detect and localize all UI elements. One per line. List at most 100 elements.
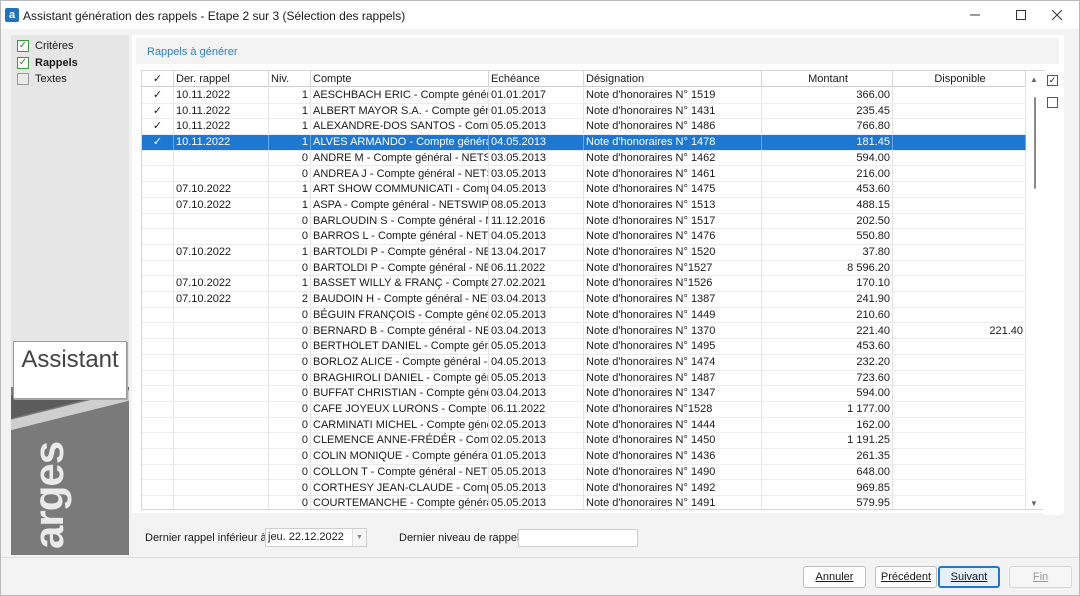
row-check-cell[interactable] bbox=[142, 166, 174, 182]
select-none-checkbox[interactable] bbox=[1047, 97, 1058, 108]
designation-cell: Note d'honoraires N° 1520 bbox=[584, 245, 762, 260]
table-row[interactable]: 0BARLOUDIN S - Compte général - NETSWIPE… bbox=[142, 213, 1026, 230]
table-row[interactable]: 0CORTHESY JEAN-CLAUDE - Compte général05… bbox=[142, 480, 1026, 497]
table-row[interactable]: 0BORLOZ ALICE - Compte général - NETSWIP… bbox=[142, 354, 1026, 371]
row-check-cell[interactable] bbox=[142, 386, 174, 402]
col-header-available[interactable]: Disponible bbox=[893, 71, 1026, 87]
scroll-down-icon[interactable]: ▼ bbox=[1030, 499, 1038, 508]
table-row[interactable]: 0BÉGUIN FRANÇOIS - Compte général - NETS… bbox=[142, 307, 1026, 324]
due-date-cell: 06.11.2022 bbox=[489, 260, 584, 276]
table-row[interactable]: 0BUFFAT CHRISTIAN - Compte général - NET… bbox=[142, 386, 1026, 402]
minimize-button[interactable] bbox=[952, 1, 998, 29]
table-row[interactable]: 0COURTEMANCHE - Compte général - NETSWIP… bbox=[142, 496, 1026, 509]
table-row[interactable]: 07.10.2022 1 ASPA - Compte général - NETSW… bbox=[142, 197, 1026, 214]
row-check-cell[interactable] bbox=[142, 417, 174, 433]
available-cell bbox=[893, 417, 1026, 433]
row-check-cell[interactable] bbox=[142, 370, 174, 386]
col-header-account[interactable]: Compte bbox=[311, 71, 489, 87]
close-icon bbox=[1052, 10, 1062, 20]
table-row[interactable]: 0CAFE JOYEUX LURONS - Compte général06.1… bbox=[142, 402, 1026, 418]
row-check-cell[interactable] bbox=[142, 197, 174, 213]
select-all-checkbox[interactable]: ✓ bbox=[1047, 75, 1058, 86]
designation-cell: Note d'honoraires N°1526 bbox=[584, 276, 762, 292]
row-check-cell[interactable]: ✓ bbox=[142, 88, 174, 103]
row-check-cell[interactable] bbox=[142, 323, 174, 339]
row-check-cell[interactable] bbox=[142, 402, 174, 417]
table-row[interactable]: 0COLIN MONIQUE - Compte général - NETSWI… bbox=[142, 449, 1026, 465]
step-criteres[interactable]: ✓ Critères bbox=[17, 38, 74, 54]
row-check-cell[interactable] bbox=[142, 433, 174, 449]
amount-cell: 162.00 bbox=[762, 417, 893, 433]
vertical-scrollbar[interactable]: ▲ ▼ bbox=[1026, 71, 1044, 509]
table-row[interactable]: 0BERTHOLET DANIEL - Compte général - NET… bbox=[142, 339, 1026, 355]
date-filter-picker[interactable]: jeu. 22.12.2022 ▼ bbox=[265, 528, 367, 547]
row-check-cell[interactable] bbox=[142, 449, 174, 465]
table-row[interactable]: 0BERNARD B - Compte général - NETSWIPE03… bbox=[142, 323, 1026, 340]
step-rappels[interactable]: ✓ Rappels bbox=[17, 55, 78, 71]
row-check-cell[interactable] bbox=[142, 182, 174, 198]
col-header-amount[interactable]: Montant bbox=[762, 71, 893, 87]
last-reminder-cell bbox=[174, 260, 269, 276]
designation-cell: Note d'honoraires N°1527 bbox=[584, 260, 762, 276]
row-check-cell[interactable] bbox=[142, 339, 174, 355]
table-row[interactable]: 07.10.20221ART SHOW COMMUNICATI - Compte… bbox=[142, 182, 1026, 198]
row-check-cell[interactable] bbox=[142, 229, 174, 245]
available-cell bbox=[893, 354, 1026, 370]
row-check-cell[interactable] bbox=[142, 276, 174, 292]
col-header-due-date[interactable]: Echéance bbox=[489, 71, 584, 87]
due-date-cell: 03.04.2013 bbox=[489, 386, 584, 402]
chevron-down-icon[interactable]: ▼ bbox=[352, 529, 366, 546]
available-cell bbox=[893, 135, 1026, 151]
table-row[interactable]: 0BARTOLDI P - Compte général - NETSWIPE0… bbox=[142, 260, 1026, 277]
row-check-cell[interactable] bbox=[142, 464, 174, 480]
row-check-cell[interactable]: ✓ bbox=[142, 135, 174, 151]
table-row[interactable]: 0CARMINATI MICHEL - Compte général - NET… bbox=[142, 417, 1026, 434]
row-check-cell[interactable] bbox=[142, 260, 174, 276]
level-cell: 0 bbox=[269, 307, 311, 323]
row-check-cell[interactable] bbox=[142, 245, 174, 260]
table-row[interactable]: 0CLEMENCE ANNE-FRÉDÉR - Compte général02… bbox=[142, 433, 1026, 450]
row-check-cell[interactable]: ✓ bbox=[142, 103, 174, 119]
scroll-thumb[interactable] bbox=[1034, 97, 1036, 189]
table-row[interactable]: 0COLLON T - Compte général - NETSWIPE05.… bbox=[142, 464, 1026, 481]
level-cell: 0 bbox=[269, 480, 311, 496]
table-row[interactable]: 07.10.2022 1 BASSET WILLY & FRANÇ - Compte… bbox=[142, 276, 1026, 293]
table-row[interactable]: 0ANDRE M - Compte général - NETSWIPE03.0… bbox=[142, 150, 1026, 167]
table-row[interactable]: ✓ 10.11.2022 1 ALBERT MAYOR S.A. - Compte g… bbox=[142, 103, 1026, 120]
scroll-up-icon[interactable]: ▲ bbox=[1030, 75, 1038, 84]
table-row[interactable]: 0BARROS L - Compte général - NETSWIPE04.… bbox=[142, 229, 1026, 245]
previous-button[interactable]: Précédent bbox=[875, 566, 937, 588]
row-check-cell[interactable] bbox=[142, 307, 174, 323]
designation-cell: Note d'honoraires N° 1487 bbox=[584, 370, 762, 386]
close-button[interactable] bbox=[1034, 1, 1080, 29]
row-check-cell[interactable] bbox=[142, 213, 174, 229]
col-header-last-reminder[interactable]: Der. rappel bbox=[174, 71, 269, 87]
table-row[interactable]: ✓ 10.11.2022 1 ALVES ARMANDO - Compte génér… bbox=[142, 135, 1026, 151]
row-check-cell[interactable]: ✓ bbox=[142, 119, 174, 135]
next-button[interactable]: Suivant bbox=[938, 566, 1000, 588]
step-textes[interactable]: Textes bbox=[17, 71, 67, 87]
col-header-level[interactable]: Niv. bbox=[269, 71, 311, 87]
row-check-cell[interactable] bbox=[142, 480, 174, 496]
row-check-cell[interactable] bbox=[142, 292, 174, 308]
account-cell: BORLOZ ALICE - Compte général - NETSWIPE bbox=[313, 354, 489, 370]
last-reminder-cell bbox=[174, 402, 269, 417]
col-header-designation[interactable]: Désignation bbox=[584, 71, 762, 87]
table-row[interactable]: 07.10.2022 2 BAUDOIN H - Compte général - … bbox=[142, 292, 1026, 308]
table-row[interactable]: ✓ 10.11.2022 1 AESCHBACH ERIC - Compte géné… bbox=[142, 88, 1026, 104]
date-filter-label: Dernier rappel inférieur à bbox=[145, 532, 267, 544]
reminders-grid[interactable]: ✓ Der. rappel Niv. Compte Echéance Désig… bbox=[141, 70, 1045, 510]
row-check-cell[interactable] bbox=[142, 496, 174, 509]
row-check-cell[interactable] bbox=[142, 150, 174, 166]
table-row[interactable]: 07.10.2022 1 BARTOLDI P - Compte général -… bbox=[142, 245, 1026, 261]
table-row[interactable]: 0ANDREA J - Compte général - NETSWIPE03.… bbox=[142, 166, 1026, 183]
level-filter-input[interactable] bbox=[518, 529, 638, 547]
available-cell bbox=[893, 339, 1026, 355]
col-header-check[interactable]: ✓ bbox=[142, 71, 174, 87]
account-cell: BASSET WILLY & FRANÇ - Compte général bbox=[313, 276, 489, 292]
table-row[interactable]: ✓10.11.20221ALEXANDRE-DOS SANTOS - Compt… bbox=[142, 119, 1026, 136]
last-reminder-cell: 10.11.2022 bbox=[174, 88, 269, 103]
cancel-button[interactable]: Annuler bbox=[803, 566, 866, 588]
row-check-cell[interactable] bbox=[142, 354, 174, 370]
table-row[interactable]: 0BRAGHIROLI DANIEL - Compte général - NE… bbox=[142, 370, 1026, 387]
